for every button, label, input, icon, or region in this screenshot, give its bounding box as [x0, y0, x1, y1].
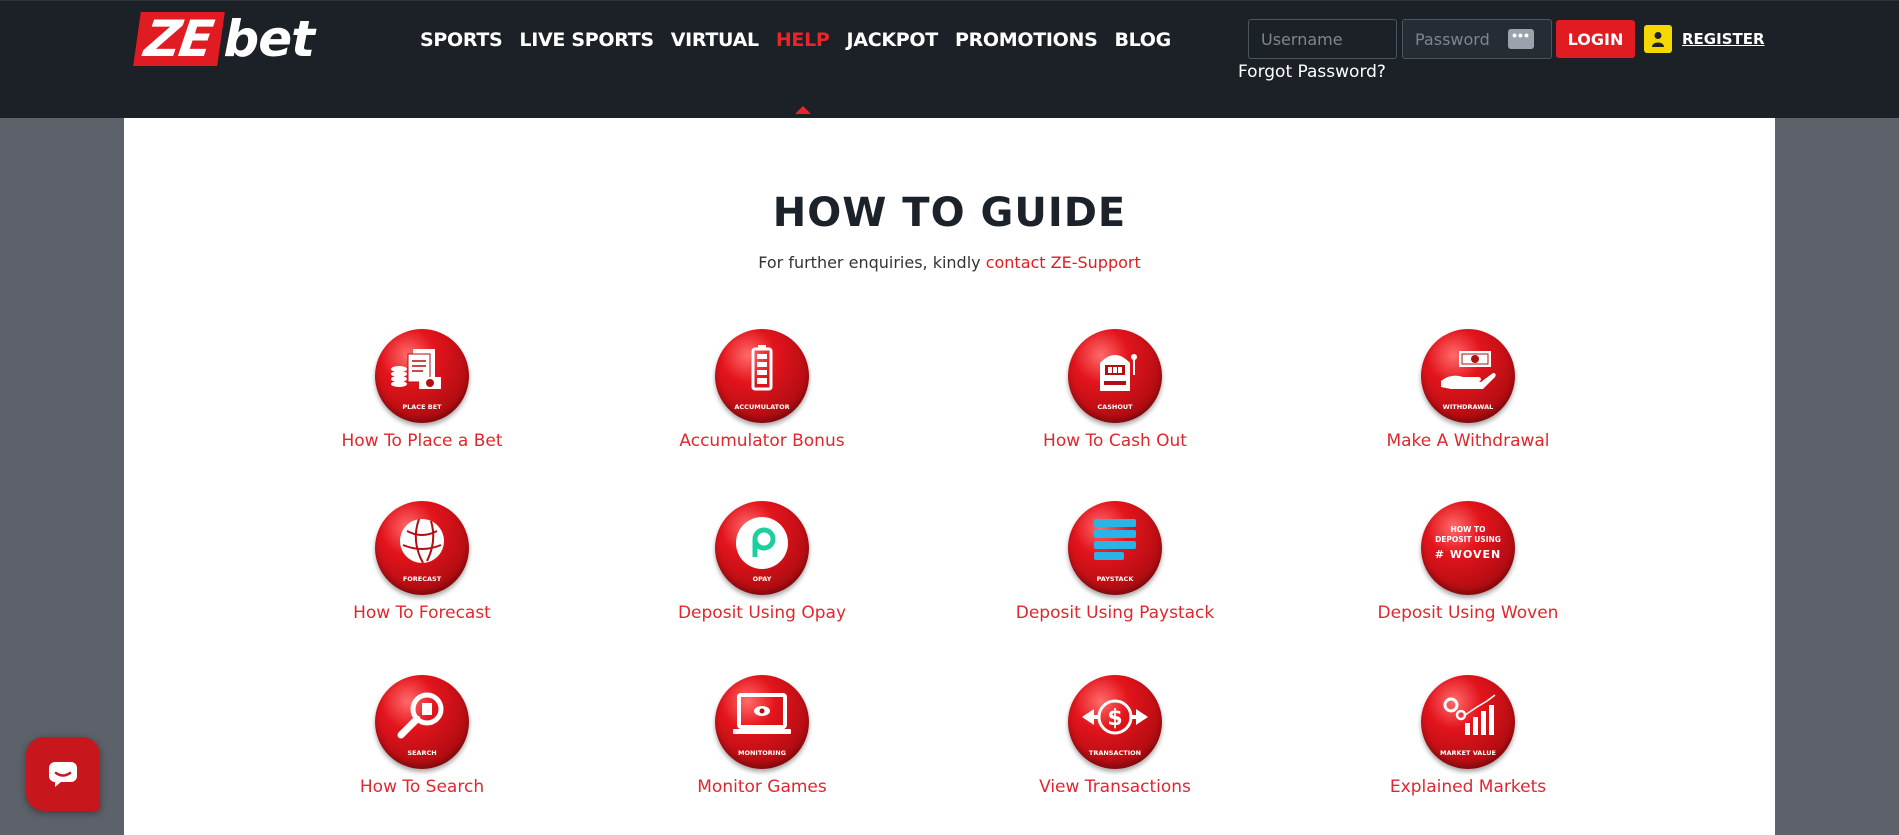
nav-sports[interactable]: SPORTS [420, 29, 503, 51]
guide-label: How To Place a Bet [341, 431, 503, 451]
svg-text:$: $ [1107, 706, 1122, 731]
woven-badge-line1: HOW TO [1450, 525, 1486, 534]
search-caption: SEARCH [407, 749, 437, 757]
withdrawal-icon: WITHDRAWAL [1421, 329, 1515, 423]
opay-caption: OPAY [752, 575, 772, 583]
guide-monitoring[interactable]: MONITORING Monitor Games [632, 675, 892, 797]
market-value-caption: MARKET VALUE [1440, 749, 1496, 757]
zebet-logo[interactable]: ZE bet [133, 10, 315, 68]
withdrawal-caption: WITHDRAWAL [1442, 403, 1494, 411]
nav-help[interactable]: HELP [775, 29, 830, 114]
nav-promotions[interactable]: PROMOTIONS [955, 29, 1098, 51]
woven-icon: HOW TO DEPOSIT USING # WOVEN [1421, 501, 1515, 595]
main-nav: SPORTS LIVE SPORTS VIRTUAL HELP JACKPOT … [420, 29, 1188, 114]
guide-label: How To Search [359, 777, 485, 797]
guide-withdrawal[interactable]: WITHDRAWAL Make A Withdrawal [1338, 329, 1598, 451]
password-toggle-icon[interactable]: ••• [1508, 28, 1534, 49]
opay-icon: OPAY [715, 501, 809, 595]
nav-live-sports[interactable]: LIVE SPORTS [519, 29, 654, 51]
transaction-icon: $ TRANSACTION [1068, 675, 1162, 769]
logo-bet: bet [223, 10, 315, 68]
guide-label: Accumulator Bonus [679, 431, 845, 451]
forecast-icon: FORECAST [375, 501, 469, 595]
username-input[interactable] [1248, 19, 1397, 59]
monitoring-caption: MONITORING [737, 749, 786, 757]
cashout-caption: CASHOUT [1097, 403, 1133, 411]
guide-place-bet[interactable]: PLACE BET How To Place a Bet [292, 329, 552, 451]
nav-virtual[interactable]: VIRTUAL [671, 29, 759, 51]
guide-grid: PLACE BET How To Place a Bet ACCUMULATOR… [124, 118, 1775, 835]
guide-paystack[interactable]: PAYSTACK Deposit Using Paystack [985, 501, 1245, 623]
guide-label: How To Forecast [353, 603, 491, 623]
chat-button[interactable] [26, 737, 100, 811]
password-wrapper: ••• [1402, 19, 1552, 59]
search-icon: SEARCH [375, 675, 469, 769]
nav-jackpot[interactable]: JACKPOT [847, 29, 939, 51]
accumulator-caption: ACCUMULATOR [734, 403, 790, 411]
nav-blog[interactable]: BLOG [1114, 29, 1171, 51]
guide-cashout[interactable]: CASHOUT How To Cash Out [985, 329, 1245, 451]
guide-label: How To Cash Out [1043, 431, 1187, 451]
paystack-caption: PAYSTACK [1096, 575, 1134, 583]
site-header: ZE bet SPORTS LIVE SPORTS VIRTUAL HELP J… [0, 0, 1899, 118]
guide-label: Explained Markets [1389, 777, 1547, 797]
market-value-icon: MARKET VALUE [1421, 675, 1515, 769]
guide-label: Monitor Games [697, 777, 827, 797]
transaction-caption: TRANSACTION [1088, 749, 1142, 757]
guide-woven[interactable]: HOW TO DEPOSIT USING # WOVEN Deposit Usi… [1338, 501, 1598, 623]
guide-label: View Transactions [1039, 777, 1191, 797]
guide-label: Make A Withdrawal [1386, 431, 1550, 451]
forecast-caption: FORECAST [402, 575, 442, 583]
guide-transactions[interactable]: $ TRANSACTION View Transactions [985, 675, 1245, 797]
guide-search[interactable]: SEARCH How To Search [292, 675, 552, 797]
place-bet-caption: PLACE BET [402, 403, 442, 411]
guide-markets[interactable]: MARKET VALUE Explained Markets [1338, 675, 1598, 797]
login-button[interactable]: LOGIN [1556, 20, 1635, 58]
user-icon[interactable] [1644, 25, 1672, 53]
guide-accumulator[interactable]: ACCUMULATOR Accumulator Bonus [632, 329, 892, 451]
logo-ze: ZE [133, 10, 226, 68]
place-bet-icon: PLACE BET [375, 329, 469, 423]
guide-opay[interactable]: OPAY Deposit Using Opay [632, 501, 892, 623]
forgot-password-link[interactable]: Forgot Password? [1238, 62, 1386, 82]
hash-icon: # [1434, 548, 1445, 561]
register-link[interactable]: REGISTER [1682, 30, 1765, 48]
accumulator-icon: ACCUMULATOR [715, 329, 809, 423]
main-content: HOW TO GUIDE For further enquiries, kind… [124, 118, 1775, 835]
monitoring-icon: MONITORING [715, 675, 809, 769]
guide-label: Deposit Using Woven [1377, 603, 1559, 623]
login-form: ••• LOGIN REGISTER [1248, 19, 1765, 59]
active-nav-caret [794, 106, 811, 114]
chat-icon [49, 762, 77, 787]
guide-forecast[interactable]: FORECAST How To Forecast [292, 501, 552, 623]
cashout-icon: CASHOUT [1068, 329, 1162, 423]
guide-label: Deposit Using Opay [677, 603, 847, 623]
woven-brand: WOVEN [1449, 548, 1502, 561]
paystack-icon: PAYSTACK [1068, 501, 1162, 595]
woven-badge-line2: DEPOSIT USING [1435, 535, 1501, 544]
guide-label: Deposit Using Paystack [1015, 603, 1215, 623]
nav-help-label: HELP [775, 29, 830, 51]
